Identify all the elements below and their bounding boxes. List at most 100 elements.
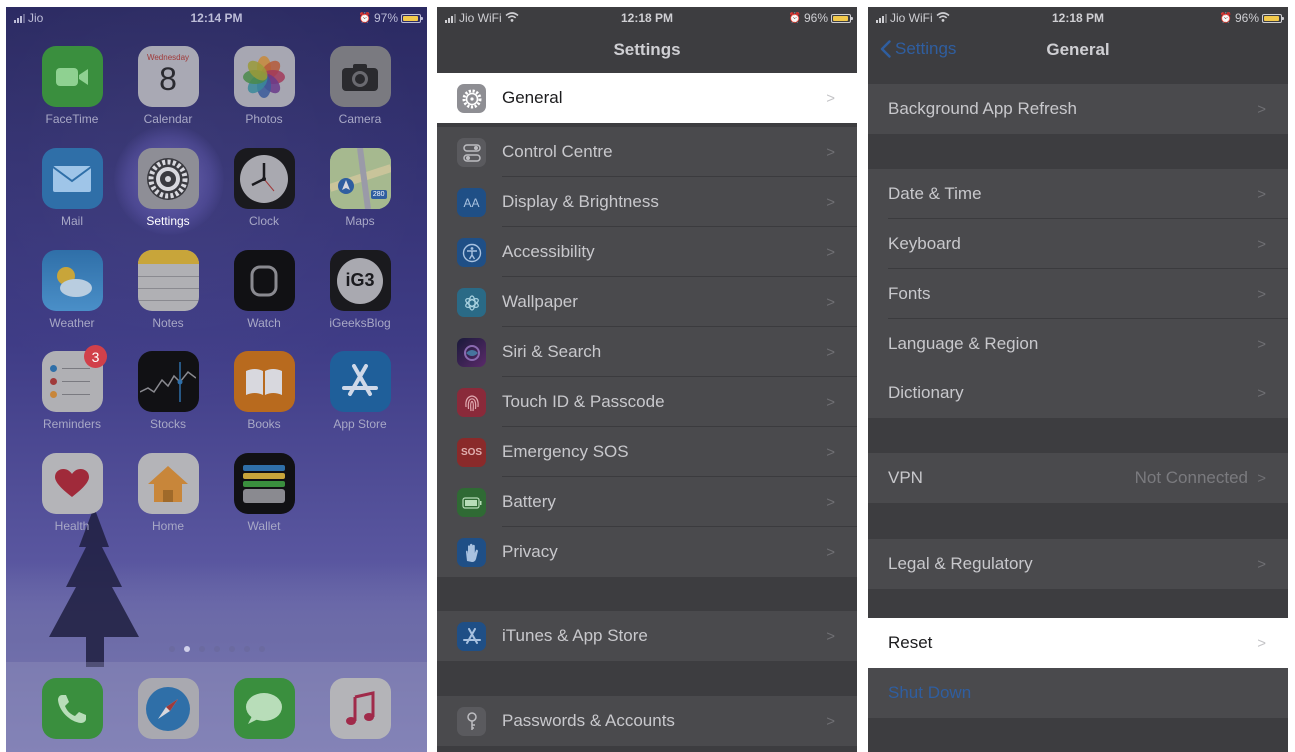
page-indicator[interactable]: [6, 646, 427, 652]
chevron-right-icon: >: [826, 712, 835, 730]
app-label: Camera: [338, 112, 382, 126]
app-watch[interactable]: Watch: [226, 250, 302, 330]
row-label: Keyboard: [888, 234, 961, 253]
settings-row-wallpaper[interactable]: Wallpaper >: [437, 277, 857, 327]
row-label: Legal & Regulatory: [888, 554, 1033, 573]
settings-row-emergency-sos[interactable]: SOS Emergency SOS >: [437, 427, 857, 477]
dock-music[interactable]: [322, 678, 398, 739]
chevron-right-icon: >: [826, 393, 835, 411]
hand-icon: [457, 538, 486, 567]
settings-row-accessibility[interactable]: Accessibility >: [437, 227, 857, 277]
row-label: Battery: [502, 492, 556, 511]
app-home[interactable]: Home: [130, 453, 206, 533]
dock-phone[interactable]: [34, 678, 110, 739]
settings-gear-icon: [137, 148, 199, 209]
general-row-fonts[interactable]: Fonts >: [868, 269, 1288, 319]
app-label: Health: [54, 519, 90, 533]
alarm-icon: ⏰: [788, 12, 801, 24]
sos-icon: SOS: [457, 438, 486, 467]
settings-row-battery[interactable]: Battery >: [437, 477, 857, 527]
app-clock[interactable]: Clock: [226, 148, 302, 228]
settings-row-control-centre[interactable]: Control Centre >: [437, 127, 857, 177]
general-row-date-time[interactable]: Date & Time >: [868, 169, 1288, 219]
phone-icon: [41, 678, 103, 739]
general-row-keyboard[interactable]: Keyboard >: [868, 219, 1288, 269]
row-label: Background App Refresh: [888, 99, 1078, 118]
chevron-right-icon: >: [826, 343, 835, 361]
app-books[interactable]: Books: [226, 351, 302, 431]
general-row-reset[interactable]: Reset >: [868, 618, 1288, 668]
display-brightness-icon: AA: [457, 188, 486, 217]
app-maps[interactable]: 280 Maps: [322, 148, 398, 228]
app-weather[interactable]: Weather: [34, 250, 110, 330]
row-label: Control Centre: [502, 142, 613, 161]
dock-safari[interactable]: [130, 678, 206, 739]
chevron-right-icon: >: [826, 293, 835, 311]
settings-row-touch-id-passcode[interactable]: Touch ID & Passcode >: [437, 377, 857, 427]
siri-icon: [457, 338, 486, 367]
row-label: Date & Time: [888, 184, 982, 203]
nav-bar: Settings General: [868, 29, 1288, 73]
status-bar: Jio WiFi 12:18 PM ⏰ 96%: [868, 7, 1288, 29]
home-icon: [137, 453, 199, 514]
battery-icon: [1262, 13, 1284, 23]
general-row-dictionary[interactable]: Dictionary >: [868, 368, 1288, 418]
app-igeeksblog[interactable]: iG3 iGeeksBlog: [322, 250, 398, 330]
app-label: Books: [247, 417, 281, 431]
settings-row-privacy[interactable]: Privacy >: [437, 527, 857, 577]
app-photos[interactable]: Photos: [226, 46, 302, 126]
row-label: Accessibility: [502, 242, 595, 261]
general-row-language-region[interactable]: Language & Region >: [868, 319, 1288, 369]
app-stocks[interactable]: Stocks: [130, 351, 206, 431]
settings-row-display-brightness[interactable]: AA Display & Brightness >: [437, 177, 857, 227]
dock-messages[interactable]: [226, 678, 302, 739]
gear-icon: [457, 84, 486, 113]
general-row-background-app-refresh[interactable]: Background App Refresh >: [868, 84, 1288, 134]
app-label: Home: [151, 519, 184, 533]
safari-icon: [137, 678, 199, 739]
app-reminders[interactable]: 3 Reminders: [34, 345, 110, 431]
general-row-shut-down[interactable]: Shut Down: [868, 668, 1288, 718]
app-calendar[interactable]: Wednesday 8 Calendar: [130, 46, 206, 126]
app-label: iGeeksBlog: [329, 316, 391, 330]
chevron-right-icon: >: [1257, 469, 1266, 487]
general-row-vpn[interactable]: VPN Not Connected >: [868, 453, 1288, 503]
nav-bar: Settings: [437, 29, 857, 73]
app-health[interactable]: Health: [34, 453, 110, 533]
chevron-right-icon: >: [1257, 235, 1266, 253]
settings-row-general[interactable]: General >: [437, 73, 857, 123]
app-facetime[interactable]: FaceTime: [34, 46, 110, 126]
row-label: Fonts: [888, 284, 931, 303]
row-label: Siri & Search: [502, 342, 602, 361]
app-app-store[interactable]: App Store: [322, 351, 398, 431]
accessibility-icon: [457, 238, 486, 267]
settings-row-passwords-accounts[interactable]: Passwords & Accounts >: [437, 696, 857, 746]
app-label: Clock: [248, 214, 279, 228]
app-camera[interactable]: Camera: [322, 46, 398, 126]
app-label: Settings: [146, 214, 190, 228]
photos-icon: [233, 46, 295, 107]
app-wallet[interactable]: Wallet: [226, 453, 302, 533]
mail-icon: [41, 148, 103, 209]
dock: [6, 662, 427, 752]
general-row-legal-regulatory[interactable]: Legal & Regulatory >: [868, 539, 1288, 589]
app-notes[interactable]: Notes: [130, 250, 206, 330]
status-bar: Jio 12:14 PM ⏰ 97%: [6, 7, 427, 29]
settings-row-siri-search[interactable]: Siri & Search >: [437, 327, 857, 377]
notes-icon: [137, 250, 199, 311]
row-label: Emergency SOS: [502, 442, 629, 461]
page-dot: [228, 646, 235, 652]
app-label: Stocks: [149, 417, 186, 431]
page-title: General: [1046, 40, 1110, 59]
row-label: iTunes & App Store: [502, 626, 648, 645]
settings-row-itunes-app-store[interactable]: iTunes & App Store >: [437, 611, 857, 661]
row-label: Language & Region: [888, 334, 1039, 353]
app-store-icon: [457, 622, 486, 651]
row-label: Wallpaper: [502, 292, 578, 311]
calendar-date: 8: [159, 61, 177, 97]
battery-icon: [831, 13, 853, 23]
app-label: FaceTime: [45, 112, 99, 126]
app-mail[interactable]: Mail: [34, 148, 110, 228]
page-dot: [198, 646, 205, 652]
app-settings[interactable]: Settings: [130, 148, 206, 228]
